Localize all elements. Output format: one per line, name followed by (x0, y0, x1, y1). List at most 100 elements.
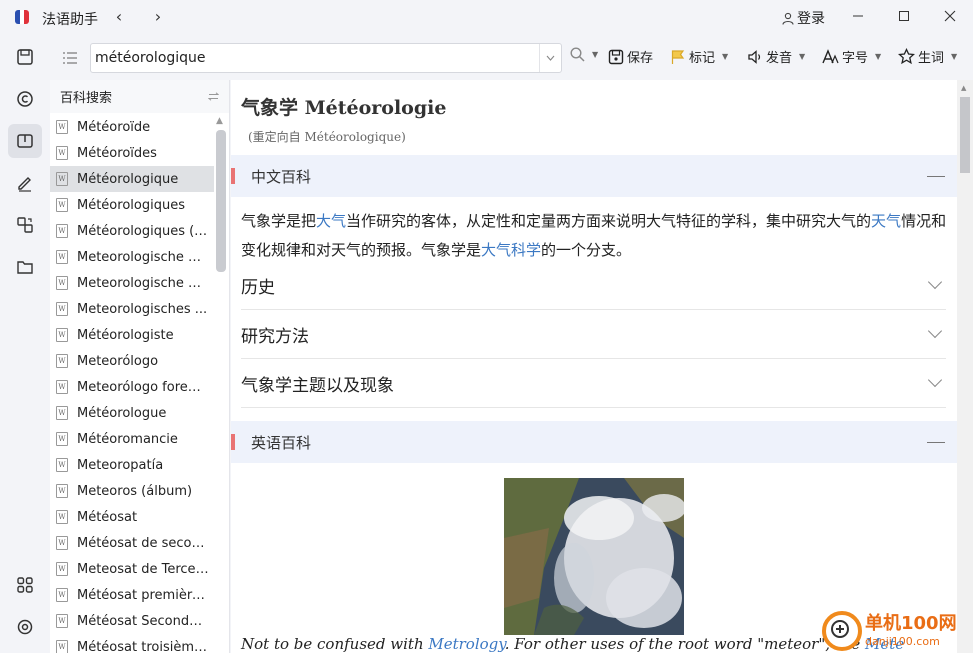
section-chinese-wiki[interactable]: 中文百科 (231, 155, 957, 197)
sidebar-item-label: Météorologiques (77, 197, 185, 213)
link-metrology[interactable]: Metrology (428, 635, 504, 653)
sidebar-item-label: Meteorologische Si... (77, 275, 209, 291)
sidebar-list: W Météoroïde W Météoroïdes W Météorologique W M… (50, 114, 214, 653)
sidebar-list-item[interactable]: W Meteorologisches ... (50, 296, 214, 322)
rail-apps-button[interactable] (8, 568, 42, 602)
chevron-down-icon (927, 274, 943, 290)
link-weather[interactable]: 天气 (871, 212, 901, 230)
sidebar-list-item[interactable]: W Meteorologische Si... (50, 270, 214, 296)
rail-translate-button[interactable] (8, 208, 42, 242)
accordion-history[interactable]: 历史 (241, 261, 946, 310)
sidebar-list-item[interactable]: W Météorologiques (A... (50, 218, 214, 244)
sidebar-item-label: Meteorólogo (77, 353, 159, 369)
scroll-up-icon[interactable]: ▲ (216, 116, 223, 126)
app-title: 法语助手 (42, 12, 98, 28)
sidebar-item-label: Meteoros (álbum) (77, 483, 193, 499)
wiki-page-icon: W (56, 250, 68, 264)
watermark-icon (822, 610, 862, 651)
content-scrollbar[interactable]: ▲ (957, 80, 973, 653)
wiki-page-icon: W (56, 198, 68, 212)
wiki-page-icon: W (56, 354, 68, 368)
sidebar-list-item[interactable]: W Meteorologische A... (50, 244, 214, 270)
search-box (90, 43, 562, 73)
sidebar-list-item[interactable]: W Meteoros (álbum) (50, 478, 214, 504)
accordion-methods[interactable]: 研究方法 (241, 310, 946, 359)
french-flag-icon (15, 10, 29, 24)
sidebar-list-item[interactable]: W Météorologiques (50, 192, 214, 218)
wiki-page-icon: W (56, 510, 68, 524)
search-dropdown-button[interactable] (539, 44, 561, 72)
mark-button[interactable]: 标记 ▼ (670, 47, 728, 66)
close-button[interactable] (938, 6, 962, 28)
back-button[interactable]: ‹ (108, 6, 130, 28)
collapse-icon[interactable] (927, 175, 945, 177)
sidebar-list-item[interactable]: W Meteoropatía (50, 452, 214, 478)
watermark-logo: 单机100网 danji100.com (822, 608, 973, 653)
login-label: 登录 (797, 11, 825, 27)
sidebar-list-item[interactable]: W Météosat (50, 504, 214, 530)
link-atmospheric-science[interactable]: 大气科学 (481, 241, 541, 259)
history-list-button[interactable] (58, 46, 82, 70)
wiki-page-icon: W (56, 120, 68, 134)
star-icon (898, 48, 915, 65)
sidebar-list-item[interactable]: W Météosat première ... (50, 582, 214, 608)
sidebar-list-item[interactable]: W Météorologique (50, 166, 214, 192)
sidebar-item-label: Météoroïde (77, 119, 151, 135)
collapse-icon[interactable] (927, 441, 945, 443)
sidebar-list-item[interactable]: W Météosat de secon... (50, 530, 214, 556)
search-button[interactable]: ▼ (570, 47, 598, 62)
minimize-button[interactable] (846, 6, 870, 28)
rail-dictionary-button[interactable] (8, 124, 42, 158)
rail-edit-button[interactable] (8, 166, 42, 200)
apps-grid-icon (17, 577, 33, 593)
vocab-button[interactable]: 生词 ▼ (898, 47, 957, 66)
sidebar-list-item[interactable]: W Météosat troisième ... (50, 634, 214, 653)
section-title: 英语百科 (251, 433, 312, 452)
sidebar-list-item[interactable]: W Météorologue (50, 400, 214, 426)
section-english-wiki[interactable]: 英语百科 (231, 421, 957, 463)
wiki-page-icon: W (56, 614, 68, 628)
sidebar-list-item[interactable]: W Météorologiste (50, 322, 214, 348)
rail-copyright-button[interactable] (8, 82, 42, 116)
left-rail (0, 36, 50, 653)
login-button[interactable]: 登录 (782, 8, 825, 28)
swap-icon[interactable] (208, 92, 219, 101)
rail-settings-button[interactable] (8, 610, 42, 644)
scroll-up-icon[interactable]: ▲ (961, 84, 966, 92)
wiki-page-icon: W (56, 432, 68, 446)
font-size-button[interactable]: 字号 ▼ (822, 47, 881, 66)
font-size-label: 字号 (842, 51, 869, 66)
content-scrollbar-thumb[interactable] (960, 97, 970, 173)
rail-save-button[interactable] (8, 40, 42, 74)
forward-button[interactable]: › (147, 6, 169, 28)
sidebar-item-label: Météoromancie (77, 431, 178, 447)
wiki-page-icon: W (56, 484, 68, 498)
pronounce-button[interactable]: 发音 ▼ (747, 47, 805, 66)
caret-icon: ▼ (951, 52, 958, 61)
sidebar-list-item[interactable]: W Météosat Seconde ... (50, 608, 214, 634)
sidebar-item-label: Météosat de secon... (77, 535, 209, 551)
accordion-topics[interactable]: 气象学主题以及现象 (241, 359, 946, 408)
sidebar-item-label: Météosat (77, 509, 138, 525)
caret-icon: ▼ (592, 50, 599, 59)
sidebar-item-label: Météorologiste (77, 327, 174, 343)
maximize-button[interactable] (892, 6, 916, 28)
rail-folder-button[interactable] (8, 250, 42, 284)
sidebar-list-item[interactable]: W Meteorólogo forense (50, 374, 214, 400)
sidebar-list-item[interactable]: W Météoromancie (50, 426, 214, 452)
minimize-icon (853, 15, 863, 17)
sidebar-scrollbar-thumb[interactable] (216, 130, 226, 272)
article-title: 气象学 Météorologie (241, 97, 447, 119)
sidebar-list-item[interactable]: W Météoroïdes (50, 140, 214, 166)
sidebar-list-item[interactable]: W Meteorólogo (50, 348, 214, 374)
sidebar-list-item[interactable]: W Météoroïde (50, 114, 214, 140)
section-marker (231, 168, 235, 184)
sidebar-list-item[interactable]: W Meteosat de Tercer... (50, 556, 214, 582)
search-input[interactable] (95, 49, 535, 67)
save-button[interactable]: 保存 (608, 47, 653, 66)
text-span: 当作研究的客体，从定性和定量两方面来说明大气特征的学科，集中研究大气的 (346, 212, 872, 230)
sidebar-item-label: Météosat troisième ... (77, 639, 209, 653)
link-atmosphere[interactable]: 大气 (316, 212, 346, 230)
title-bar: 法语助手 ‹ › 登录 (0, 0, 973, 36)
toolbar: ▼ 保存 标记 ▼ 发音 ▼ 字号 ▼ 生词 ▼ (50, 36, 973, 80)
